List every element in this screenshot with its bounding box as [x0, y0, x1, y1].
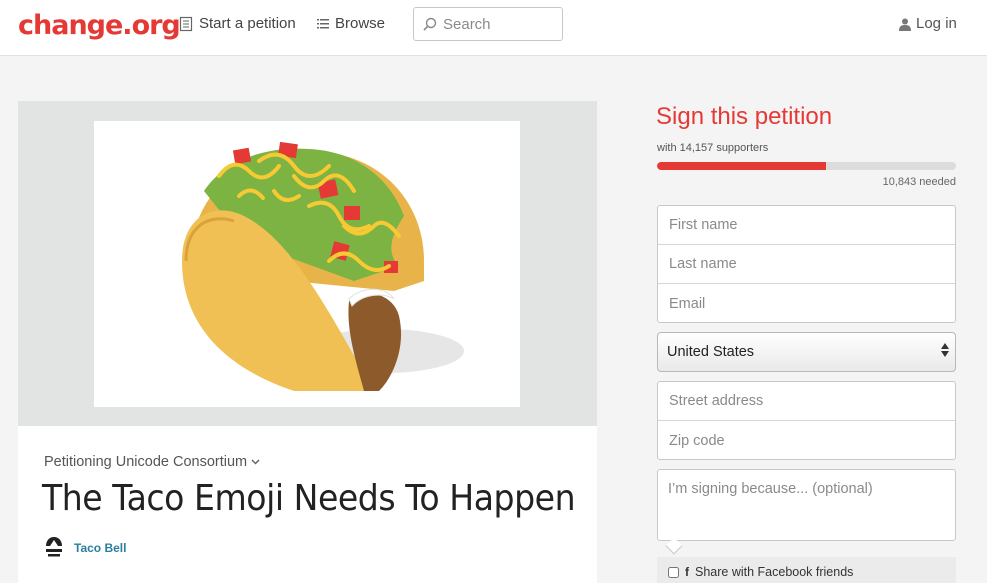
petitioning-label: Petitioning Unicode Consortium [44, 454, 248, 470]
change-org-logo[interactable]: change.org [18, 8, 181, 44]
facebook-share-option[interactable]: f Share with Facebook friends [657, 557, 956, 583]
reason-textarea[interactable] [658, 470, 955, 540]
street-address-input[interactable] [658, 382, 955, 420]
petition-image-frame [94, 121, 520, 407]
address-fields [657, 381, 956, 460]
petition-info: Petitioning Unicode Consortium The Taco … [18, 426, 597, 583]
start-petition-link[interactable]: Start a petition [179, 15, 296, 33]
search-box[interactable] [413, 7, 563, 41]
browse-label: Browse [335, 15, 386, 32]
country-selected-value: United States [667, 344, 755, 360]
user-icon [899, 18, 911, 31]
top-navigation-bar: change.org Start a petition Browse Log i… [0, 0, 987, 56]
last-name-row [658, 245, 955, 284]
street-row [658, 382, 955, 421]
select-arrows-icon [941, 343, 949, 357]
share-facebook-checkbox[interactable] [668, 566, 679, 578]
email-row [658, 284, 955, 323]
first-name-row [658, 206, 955, 245]
petition-author[interactable]: Taco Bell [44, 536, 126, 560]
petition-title: The Taco Emoji Needs To Happen [42, 478, 576, 519]
chevron-down-icon [251, 459, 260, 465]
petitioning-target[interactable]: Petitioning Unicode Consortium [44, 454, 260, 470]
author-name[interactable]: Taco Bell [74, 541, 126, 555]
petition-icon [179, 16, 193, 32]
petition-media [18, 101, 597, 426]
taco-emoji-illustration [182, 141, 464, 391]
personal-info-fields [657, 205, 956, 323]
search-icon [423, 17, 437, 31]
last-name-input[interactable] [658, 245, 955, 283]
search-input[interactable] [443, 15, 553, 33]
country-select[interactable]: United States [657, 332, 956, 372]
browse-link[interactable]: Browse [317, 15, 385, 33]
first-name-input[interactable] [658, 206, 955, 244]
list-icon [317, 19, 329, 29]
taco-bell-logo-icon [46, 537, 62, 557]
sign-petition-heading: Sign this petition [656, 103, 833, 130]
zip-row [658, 421, 955, 460]
email-input[interactable] [658, 284, 955, 323]
share-facebook-label: Share with Facebook friends [695, 565, 854, 579]
supporters-count: with 14,157 supporters [657, 142, 769, 154]
signature-progress-fill [657, 162, 827, 170]
login-link[interactable]: Log in [899, 15, 957, 33]
facebook-icon: f [685, 565, 689, 579]
zip-code-input[interactable] [658, 421, 955, 460]
signature-progress-bar [657, 162, 956, 170]
login-label: Log in [916, 15, 957, 32]
start-petition-label: Start a petition [199, 15, 296, 32]
signatures-needed: 10,843 needed [882, 176, 956, 188]
reason-box [657, 469, 956, 541]
